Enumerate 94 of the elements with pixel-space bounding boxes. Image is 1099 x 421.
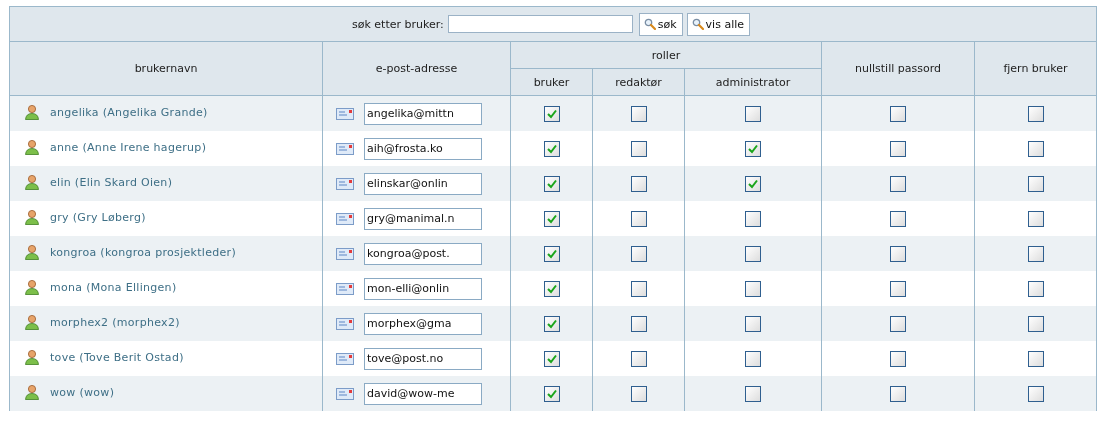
column-header: e-post-adresse [322,41,511,96]
user-icon [24,244,40,260]
user-icon [24,314,40,330]
email-field[interactable]: david@wow-me [364,382,482,405]
checkbox[interactable] [890,245,906,262]
checkbox[interactable] [630,280,647,297]
checkbox[interactable] [1027,385,1044,402]
checkbox[interactable] [543,385,560,402]
email-field[interactable]: mon-elli@onlin [364,277,482,300]
search-button[interactable]: søk [638,12,683,36]
user-icon [24,174,40,190]
username-link[interactable]: gry (Gry Løberg) [50,210,146,224]
user-icon [24,139,40,155]
checkbox[interactable] [745,350,761,367]
user-icon [24,279,40,295]
checkbox[interactable] [890,105,906,122]
column-header: bruker [510,68,593,96]
email-field[interactable]: elinskar@onlin [364,172,482,195]
checkbox[interactable] [745,105,761,122]
checkbox[interactable] [1027,210,1044,227]
column-header: redaktør [592,68,685,96]
checkbox[interactable] [1027,350,1044,367]
mail-icon [336,282,354,295]
checkbox[interactable] [630,245,647,262]
search-icon [691,18,704,30]
checkbox[interactable] [630,105,647,122]
checkbox[interactable] [890,175,906,192]
email-field[interactable]: tove@post.no [364,347,482,370]
checkbox[interactable] [1027,315,1044,332]
checkbox[interactable] [890,210,906,227]
username-link[interactable]: wow (wow) [50,385,115,399]
checkbox[interactable] [630,175,647,192]
column-header: nullstill passord [821,41,975,96]
mail-icon [336,177,354,190]
checkbox[interactable] [745,245,761,262]
checkbox[interactable] [543,175,560,192]
checkbox[interactable] [890,385,906,402]
checkbox[interactable] [543,315,560,332]
checkbox[interactable] [630,385,647,402]
email-field[interactable]: kongroa@post. [364,242,482,265]
user-icon [24,209,40,225]
username-link[interactable]: tove (Tove Berit Ostad) [50,350,184,364]
checkbox[interactable] [1027,140,1044,157]
mail-icon [336,212,354,225]
column-group-header: roller [510,41,822,69]
email-field[interactable]: angelika@mittn [364,102,482,125]
checkbox[interactable] [543,350,560,367]
column-header: brukernavn [9,41,323,96]
checkbox[interactable] [630,315,647,332]
mail-icon [336,387,354,400]
checkbox[interactable] [745,175,761,192]
email-field[interactable]: aih@frosta.ko [364,137,482,160]
checkbox[interactable] [630,350,647,367]
checkbox[interactable] [1027,175,1044,192]
email-field[interactable]: morphex@gma [364,312,482,335]
column-header: fjern bruker [974,41,1097,96]
checkbox[interactable] [543,105,560,122]
search-label: søk etter bruker: [352,17,444,31]
user-icon [24,104,40,120]
checkbox[interactable] [890,280,906,297]
username-link[interactable]: anne (Anne Irene hagerup) [50,140,207,154]
checkbox[interactable] [745,385,761,402]
user-icon [24,349,40,365]
column-header: administrator [684,68,822,96]
checkbox[interactable] [1027,245,1044,262]
mail-icon [336,317,354,330]
checkbox[interactable] [1027,105,1044,122]
search-icon [643,18,656,30]
checkbox[interactable] [543,245,560,262]
checkbox[interactable] [630,140,647,157]
mail-icon [336,352,354,365]
checkbox[interactable] [745,315,761,332]
search-button[interactable]: vis alle [686,12,750,36]
checkbox[interactable] [543,210,560,227]
checkbox[interactable] [543,140,560,157]
checkbox[interactable] [890,140,906,157]
checkbox[interactable] [630,210,647,227]
mail-icon [336,247,354,260]
username-link[interactable]: morphex2 (morphex2) [50,315,180,329]
checkbox[interactable] [1027,280,1044,297]
checkbox[interactable] [745,280,761,297]
username-link[interactable]: elin (Elin Skard Oien) [50,175,173,189]
checkbox[interactable] [890,315,906,332]
search-field[interactable] [447,15,633,33]
email-field[interactable]: gry@manimal.n [364,207,482,230]
user-icon [24,384,40,400]
mail-icon [336,107,354,120]
mail-icon [336,142,354,155]
checkbox[interactable] [745,210,761,227]
username-link[interactable]: mona (Mona Ellingen) [50,280,177,294]
username-link[interactable]: angelika (Angelika Grande) [50,105,208,119]
checkbox[interactable] [745,140,761,157]
checkbox[interactable] [543,280,560,297]
checkbox[interactable] [890,350,906,367]
